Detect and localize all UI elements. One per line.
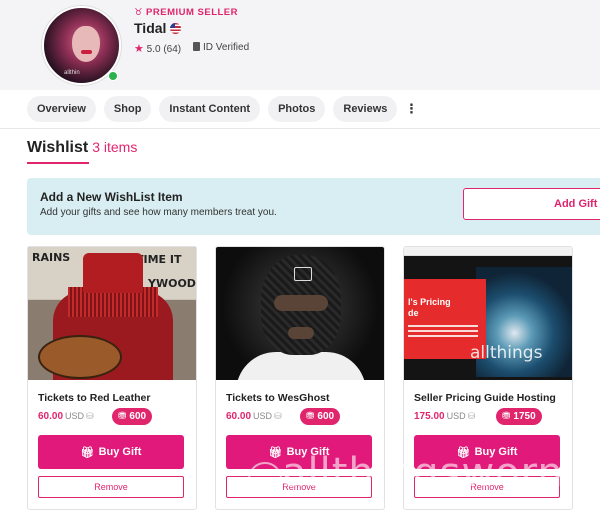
- tab-shop[interactable]: Shop: [103, 96, 152, 122]
- add-gift-button[interactable]: Add Gift t: [463, 188, 600, 220]
- premium-badge: ♉ PREMIUM SELLER: [134, 7, 238, 18]
- coins-icon: ⛁: [274, 411, 282, 421]
- tab-reviews[interactable]: Reviews: [333, 96, 398, 122]
- add-panel-title: Add a New WishList Item: [40, 190, 183, 204]
- wishlist-count: 3 items: [92, 139, 138, 155]
- price-currency: USD: [65, 411, 85, 421]
- wishlist-title-text: Wishlist: [27, 139, 89, 156]
- token-value: 600: [129, 411, 147, 422]
- avatar-face: [72, 26, 100, 62]
- text-lines: [408, 325, 478, 327]
- coins-icon: ⛃: [306, 411, 315, 422]
- id-card-icon: [193, 42, 200, 51]
- token-value: 600: [317, 411, 335, 422]
- mask-patch: [294, 267, 312, 281]
- card-watermark: allthings: [470, 343, 543, 363]
- buy-gift-button[interactable]: 🎁︎ Buy Gift: [38, 435, 184, 469]
- premium-badge-label: PREMIUM SELLER: [146, 7, 239, 18]
- profile-tabs: Overview Shop Instant Content Photos Rev…: [27, 96, 418, 122]
- mask-mouth: [288, 327, 314, 339]
- price-value: 60.00: [38, 411, 64, 422]
- item-price: 60.00 USD ⛁: [38, 411, 94, 422]
- seller-name-text: Tidal: [134, 20, 167, 36]
- tab-overview[interactable]: Overview: [27, 96, 96, 122]
- star-icon: ★: [134, 43, 144, 55]
- gift-icon: 🎁︎: [268, 446, 283, 459]
- profile-header: allthin ♉ PREMIUM SELLER Tidal ★ 5.0 (64)…: [0, 0, 600, 90]
- online-status-dot: [108, 71, 118, 81]
- coins-icon: ⛁: [86, 411, 94, 421]
- wishlist-title: Wishlist 3 items: [27, 139, 137, 157]
- buy-gift-label: Buy Gift: [98, 446, 142, 458]
- buy-gift-label: Buy Gift: [474, 446, 518, 458]
- avatar-lips: [81, 50, 92, 54]
- browser-bar: [404, 247, 572, 256]
- wishlist-card: Tickets to WesGhost 60.00 USD ⛁ ⛃ 600 🎁︎ Buy…: [215, 246, 385, 510]
- price-currency: USD: [253, 411, 273, 421]
- avatar-watermark: allthin: [64, 70, 80, 76]
- add-wishlist-item-panel: Add a New WishList Item Add your gifts a…: [27, 178, 600, 235]
- item-name: Tickets to WesGhost: [226, 392, 330, 404]
- marquee-text: RAINS: [32, 251, 71, 264]
- item-price: 175.00 USD ⛁: [414, 411, 475, 422]
- remove-button[interactable]: Remove: [414, 476, 560, 498]
- buy-gift-button[interactable]: 🎁︎ Buy Gift: [226, 435, 372, 469]
- item-image[interactable]: [216, 247, 384, 380]
- tab-divider: [0, 128, 600, 129]
- item-price: 60.00 USD ⛁: [226, 411, 282, 422]
- buy-gift-label: Buy Gift: [286, 446, 330, 458]
- id-verified: ID Verified: [193, 42, 249, 53]
- seller-name[interactable]: Tidal: [134, 20, 182, 36]
- flag-us-icon: [170, 23, 182, 34]
- wishlist-underline: [27, 162, 89, 164]
- token-badge: ⛃ 1750: [496, 408, 542, 425]
- remove-button[interactable]: Remove: [38, 476, 184, 498]
- id-verified-label: ID Verified: [203, 42, 250, 53]
- price-value: 60.00: [226, 411, 252, 422]
- guitar: [38, 335, 122, 379]
- coins-icon: ⛃: [502, 411, 511, 422]
- coins-icon: ⛃: [118, 411, 127, 422]
- tab-photos[interactable]: Photos: [268, 96, 326, 122]
- crown-icon: ♉: [134, 7, 144, 18]
- item-image[interactable]: l's Pricing de allthings: [404, 247, 572, 380]
- gift-icon: 🎁︎: [456, 446, 471, 459]
- price-currency: USD: [446, 411, 466, 421]
- coins-icon: ⛁: [467, 411, 476, 421]
- mask-eyes: [274, 295, 328, 311]
- price-value: 175.00: [414, 411, 445, 422]
- white-shirt: [236, 352, 366, 380]
- tab-instant-content[interactable]: Instant Content: [159, 96, 261, 122]
- add-panel-subtitle: Add your gifts and see how many members …: [40, 207, 277, 218]
- watermark-logo: [248, 462, 282, 496]
- pricing-heading: l's Pricing de: [408, 297, 451, 318]
- item-name: Seller Pricing Guide Hosting: [414, 392, 556, 404]
- seller-rating[interactable]: ★ 5.0 (64): [134, 42, 181, 55]
- item-name: Tickets to Red Leather: [38, 392, 151, 404]
- red-hat: [83, 253, 143, 293]
- token-badge: ⛃ 600: [300, 408, 341, 425]
- wishlist-card: l's Pricing de allthings Seller Pricing …: [403, 246, 573, 510]
- item-image[interactable]: RAINS TIME IT YWOOD: [28, 247, 196, 380]
- token-badge: ⛃ 600: [112, 408, 153, 425]
- wishlist-card: RAINS TIME IT YWOOD Tickets to Red Leath…: [27, 246, 197, 510]
- rating-value: 5.0 (64): [146, 44, 182, 55]
- buy-gift-button[interactable]: 🎁︎ Buy Gift: [414, 435, 560, 469]
- token-value: 1750: [513, 411, 536, 422]
- gift-icon: 🎁︎: [80, 446, 95, 459]
- more-icon[interactable]: ⋮: [405, 96, 418, 122]
